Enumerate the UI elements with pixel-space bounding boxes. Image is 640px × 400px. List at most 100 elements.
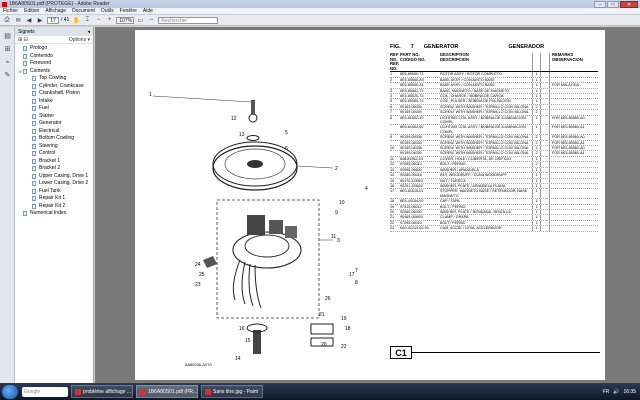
bookmarks-icon[interactable]: ⊞	[3, 44, 12, 53]
bookmark-item[interactable]: Cylinder, Crankcase	[15, 83, 93, 91]
menu-document[interactable]: Document	[72, 8, 95, 14]
bookmark-item[interactable]: Foreword	[15, 60, 93, 68]
prev-page-icon[interactable]: ◀	[25, 16, 33, 24]
close-panel-icon[interactable]: ◂	[87, 29, 90, 35]
zoom-out-icon[interactable]: −	[94, 16, 102, 24]
parts-cell: 2	[532, 162, 540, 167]
expand-bookmarks-icon[interactable]: ⊞ ⊟	[18, 37, 28, 43]
bookmark-item[interactable]: Fuel Tank	[15, 188, 93, 196]
email-icon[interactable]: ✉	[14, 16, 22, 24]
menu-fichier[interactable]: Fichier	[3, 8, 18, 14]
taskbar-task[interactable]: 1B6A80S01.pdf (PR...	[136, 385, 198, 398]
bookmark-item[interactable]: Repair Kit 1	[15, 195, 93, 203]
collapse-icon[interactable]: ⊟	[18, 69, 22, 75]
next-page-icon[interactable]: ▶	[36, 16, 44, 24]
parts-cell: COIL, CHARGE / BOBINA DE CARGA	[440, 94, 504, 98]
menu-aide[interactable]: Aide	[143, 8, 153, 14]
parts-cell: 13	[390, 167, 395, 172]
fit-page-icon[interactable]: ▭	[136, 16, 144, 24]
diagram-callout: 2	[335, 166, 338, 172]
parts-cell: ROTOR ASSY / ROTOR COMPLETO	[440, 72, 502, 77]
diagram-callout: 4	[365, 186, 368, 192]
bookmark-item[interactable]: Steering	[15, 143, 93, 151]
parts-cell: 90170-12M54	[400, 178, 423, 183]
taskbar-search[interactable]: Google	[22, 386, 68, 397]
minimize-button[interactable]: –	[594, 0, 606, 8]
bookmark-item[interactable]: Bracket 1	[15, 158, 93, 166]
clock[interactable]: 16:35	[623, 389, 636, 395]
parts-cell: 5	[390, 99, 393, 104]
parts-cell: 1	[532, 125, 540, 135]
volume-icon[interactable]: 🔊	[613, 389, 619, 395]
search-input[interactable]: Rechercher	[158, 16, 219, 24]
start-button[interactable]	[2, 384, 18, 399]
menu-fenetre[interactable]: Fenêtre	[120, 8, 137, 14]
attachments-icon[interactable]: ⌁	[3, 57, 12, 66]
bookmark-page-icon	[23, 211, 27, 216]
menu-edition[interactable]: Edition	[24, 8, 39, 14]
parts-cell: WASHER / ARANDELA	[440, 167, 479, 172]
parts-cell: FOR 6E5-85560-A0	[552, 115, 585, 120]
bookmark-item[interactable]: Numerical Index.	[15, 210, 93, 218]
print-icon[interactable]: ⎙	[3, 16, 11, 24]
bookmark-page-icon	[23, 68, 27, 74]
bookmark-item[interactable]: Repair Kit 2	[15, 203, 93, 211]
zoom-field[interactable]: 107%	[116, 16, 135, 24]
parts-cell: 92060-06030	[400, 209, 422, 214]
bookmark-page-icon	[32, 173, 36, 179]
bookmark-item[interactable]: Bracket 2	[15, 165, 93, 173]
document-area[interactable]: 6A80206-A070 1 2 3 4 5 6 7 8 9 10 11 12 13 14 15 16 17 18…	[95, 27, 640, 383]
taskbar-task[interactable]: Sans titre.jpg - Paint	[201, 385, 263, 398]
diagram-callout: 23	[195, 282, 201, 288]
language-indicator[interactable]: FR	[603, 389, 610, 395]
bookmark-item[interactable]: Bottom Cowling	[15, 135, 93, 143]
bookmark-label: Control	[39, 150, 56, 156]
bookmark-item[interactable]: Fuel	[15, 105, 93, 113]
taskbar-task[interactable]: problème affichage ...	[71, 385, 133, 398]
parts-cell: 90159-05049	[400, 110, 422, 115]
section-rule	[412, 352, 600, 353]
hand-tool-icon[interactable]: ✋	[72, 16, 80, 24]
bookmark-item[interactable]: Prologo	[15, 45, 93, 53]
bookmark-item[interactable]: ⊟ Contents	[15, 68, 93, 76]
parts-cell: 1	[532, 215, 540, 220]
parts-cell	[540, 151, 550, 156]
fig-label: FIG.	[390, 44, 401, 50]
parts-cell	[540, 162, 550, 167]
select-tool-icon[interactable]: ⌶	[83, 16, 91, 24]
bookmark-label: Starter	[39, 112, 55, 119]
bookmark-item[interactable]: Crankshaft, Piston	[15, 90, 93, 98]
zoom-in-icon[interactable]: +	[105, 16, 113, 24]
bookmark-item[interactable]: Intake	[15, 98, 93, 106]
bookmark-item[interactable]: Electrical	[15, 128, 93, 136]
bookmark-options-button[interactable]: Options ▾	[69, 37, 90, 43]
bookmark-item[interactable]: Control	[15, 150, 93, 158]
page-number-input[interactable]: 17	[47, 16, 59, 24]
pages-icon[interactable]: ▤	[3, 31, 12, 40]
parts-cell: SCREW, WITH WASHER / TORNILLO CON VALONA	[440, 104, 529, 109]
menu-affichage[interactable]: Affichage	[45, 8, 66, 14]
parts-cell	[390, 83, 400, 87]
menu-outils[interactable]: Outils	[101, 8, 114, 14]
parts-cell	[390, 151, 400, 155]
bookmark-item[interactable]: Generator	[15, 120, 93, 128]
bookmark-item[interactable]: Top Cowling	[15, 75, 93, 83]
bookmark-item[interactable]: Starter	[15, 113, 93, 121]
maximize-button[interactable]: □	[607, 0, 619, 8]
bookmark-label: Bottom Cowling	[39, 135, 75, 141]
bookmark-page-icon	[32, 151, 36, 156]
bookmark-item[interactable]: Contenido	[15, 53, 93, 61]
parts-cell: 6E5-85520-73	[400, 94, 424, 98]
parts-cell: 6A0-41213-00-94	[400, 226, 429, 231]
bookmark-item[interactable]: Lower Casing, Drive 2	[15, 180, 93, 188]
parts-cell	[550, 99, 598, 103]
parts-cell: 7	[390, 110, 393, 115]
bookmark-item[interactable]: Upper Casing, Drive 1	[15, 173, 93, 181]
close-button[interactable]: ✕	[620, 0, 638, 8]
parts-cell: COVER, HOLE / CUBIERTA, DE ORIFICIO	[440, 156, 512, 161]
parts-cell	[550, 189, 598, 198]
parts-cell	[550, 94, 598, 98]
parts-cell: 97010-06012	[400, 204, 422, 209]
signatures-icon[interactable]: ✎	[3, 70, 12, 79]
fit-width-icon[interactable]: ⇔	[147, 16, 155, 24]
